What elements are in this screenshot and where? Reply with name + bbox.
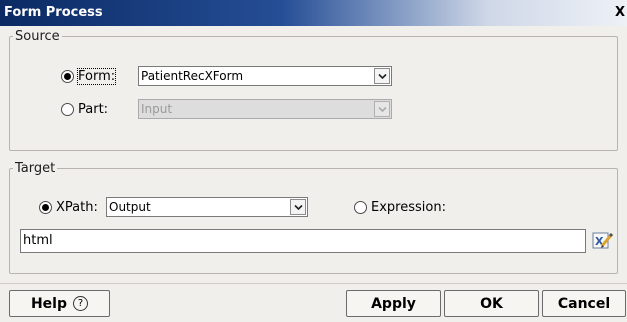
part-label[interactable]: Part: [78, 102, 108, 117]
form-radio-row[interactable]: Form: [61, 68, 117, 85]
form-select-value: PatientRecXForm [141, 69, 244, 83]
form-label[interactable]: Form: [76, 68, 117, 85]
target-text-input[interactable]: html [20, 229, 586, 253]
form-select[interactable]: PatientRecXForm [138, 66, 392, 86]
cancel-button[interactable]: Cancel [542, 290, 626, 317]
button-bar-divider [0, 283, 627, 284]
form-radio[interactable] [61, 70, 74, 83]
expression-radio-row[interactable]: Expression: [354, 200, 446, 215]
help-icon: ? [73, 296, 89, 311]
ok-button-label: OK [480, 295, 503, 312]
xpath-radio[interactable] [39, 201, 52, 214]
expression-label[interactable]: Expression: [371, 200, 446, 215]
cancel-button-label: Cancel [557, 295, 611, 312]
part-radio-row[interactable]: Part: [61, 102, 108, 117]
target-group: Target [9, 161, 618, 274]
help-button-label: Help [30, 295, 68, 312]
xpath-radio-row[interactable]: XPath: [39, 200, 98, 215]
apply-button-label: Apply [371, 295, 416, 312]
chevron-down-icon [293, 204, 303, 210]
window-title: Form Process [4, 5, 103, 20]
part-dropdown-button [374, 101, 390, 117]
close-icon[interactable]: X [613, 3, 627, 22]
part-select-value: Input [141, 102, 173, 116]
ok-button[interactable]: OK [444, 290, 539, 317]
source-legend: Source [15, 29, 60, 44]
xpath-label[interactable]: XPath: [56, 200, 98, 215]
part-select: Input [138, 99, 392, 119]
title-bar: Form Process X [0, 0, 627, 26]
chevron-down-icon [377, 106, 387, 112]
target-legend: Target [15, 161, 56, 176]
help-button[interactable]: Help ? [9, 290, 110, 317]
xpath-select[interactable]: Output [106, 197, 308, 217]
apply-button[interactable]: Apply [346, 290, 441, 317]
xpath-editor-icon[interactable]: X [592, 231, 614, 251]
expression-radio[interactable] [354, 201, 367, 214]
part-radio[interactable] [61, 103, 74, 116]
chevron-down-icon [377, 73, 387, 79]
xpath-dropdown-button[interactable] [290, 199, 306, 215]
xpath-select-value: Output [109, 200, 151, 214]
source-group: Source [9, 29, 618, 151]
form-dropdown-button[interactable] [374, 68, 390, 84]
